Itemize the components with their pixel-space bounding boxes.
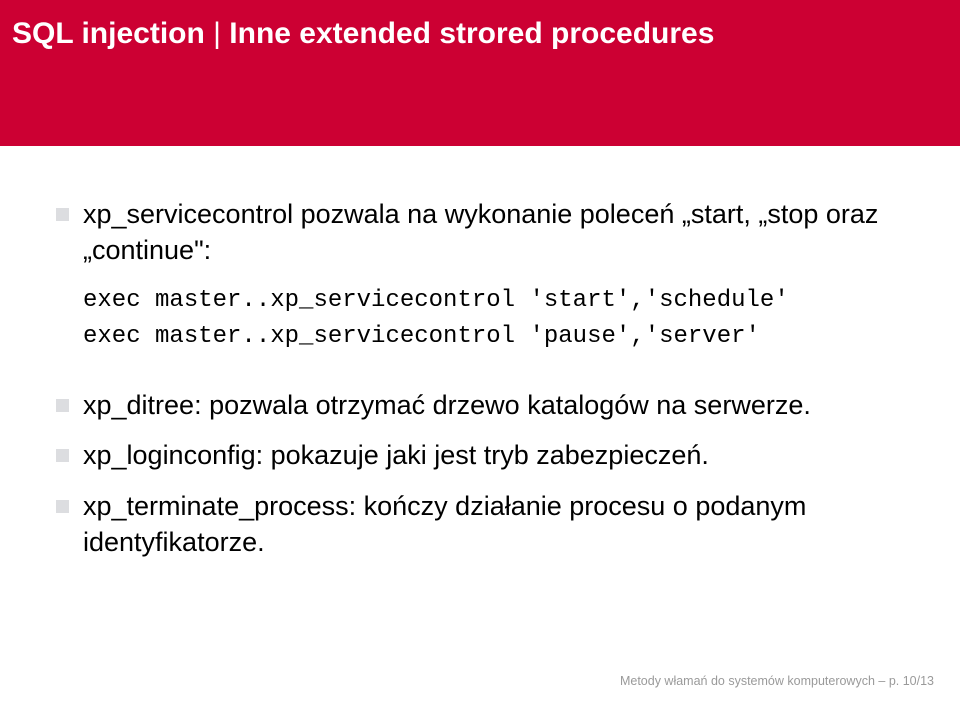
slide-footer: Metody włamań do systemów komputerowych …	[620, 674, 934, 688]
slide-content: xp_servicecontrol pozwala na wykonanie p…	[0, 146, 960, 561]
list-item-body: xp_servicecontrol pozwala na wykonanie p…	[83, 196, 904, 373]
title-prefix: SQL injection	[12, 17, 205, 50]
list-item-text: xp_terminate_process: kończy działanie p…	[83, 488, 904, 561]
bullet-icon	[56, 449, 69, 462]
list-item-body: xp_loginconfig: pokazuje jaki jest tryb …	[83, 437, 904, 473]
list-item-body: xp_ditree: pozwala otrzymać drzewo katal…	[83, 387, 904, 423]
bullet-icon	[56, 399, 69, 412]
list-item-body: xp_terminate_process: kończy działanie p…	[83, 488, 904, 561]
list-item: xp_terminate_process: kończy działanie p…	[56, 488, 904, 561]
list-item-text: xp_loginconfig: pokazuje jaki jest tryb …	[83, 437, 904, 473]
list-item-text: xp_ditree: pozwala otrzymać drzewo katal…	[83, 387, 904, 423]
bullet-icon	[56, 208, 69, 221]
list-item: xp_ditree: pozwala otrzymać drzewo katal…	[56, 387, 904, 423]
list-item: xp_loginconfig: pokazuje jaki jest tryb …	[56, 437, 904, 473]
list-item: xp_servicecontrol pozwala na wykonanie p…	[56, 196, 904, 373]
slide-title: SQL injection | Inne extended strored pr…	[12, 16, 940, 52]
bullet-icon	[56, 500, 69, 513]
list-item-text: xp_servicecontrol pozwala na wykonanie p…	[83, 196, 904, 269]
title-separator: |	[205, 17, 229, 50]
slide-header: SQL injection | Inne extended strored pr…	[0, 0, 960, 146]
code-block: exec master..xp_servicecontrol 'start','…	[83, 283, 904, 355]
title-rest: Inne extended strored procedures	[229, 17, 714, 50]
